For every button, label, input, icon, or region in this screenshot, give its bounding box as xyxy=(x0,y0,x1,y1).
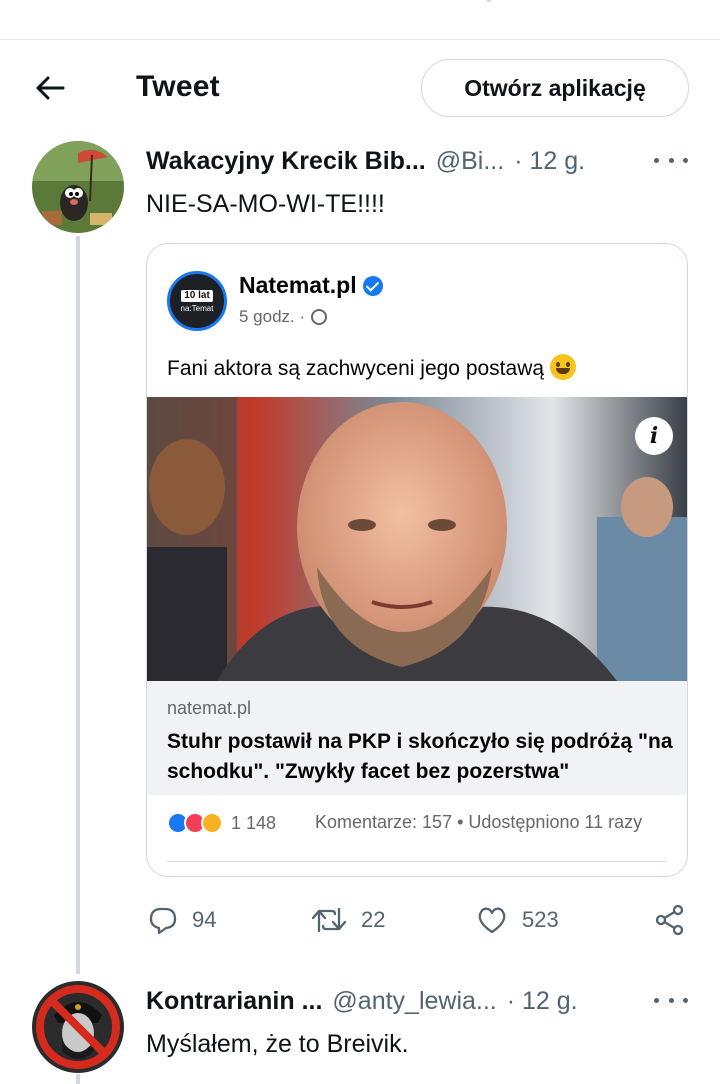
tweet-media-image[interactable]: 10 lat na:Temat Natemat.pl 5 godz. · Fan… xyxy=(146,243,688,877)
retweet-icon xyxy=(311,907,347,933)
reply-button[interactable]: 94 xyxy=(148,905,216,935)
arrow-left-icon xyxy=(36,76,65,100)
link-domain: natemat.pl xyxy=(167,698,252,718)
reply-author-avatar[interactable] xyxy=(32,981,124,1073)
like-count: 523 xyxy=(522,907,559,932)
reply-count: 94 xyxy=(192,907,217,932)
logo-line2: na:Temat xyxy=(180,303,214,313)
more-dot xyxy=(683,157,688,163)
more-dot xyxy=(683,997,688,1003)
like-button[interactable]: 523 xyxy=(476,905,559,935)
fb-post-time: 5 godz. · xyxy=(239,307,306,326)
tweet-header: Wakacyjny Krecik Bib... @Bi... · 12 g. xyxy=(146,147,585,176)
info-icon[interactable]: i xyxy=(635,417,673,455)
haha-reaction-icon xyxy=(201,812,223,834)
back-button[interactable] xyxy=(26,64,74,112)
heart-icon xyxy=(478,907,506,934)
page-header: Tweet Otwórz aplikację xyxy=(0,40,720,136)
thread-line xyxy=(76,236,80,974)
author-name[interactable]: Wakacyjny Krecik Bib... xyxy=(146,147,426,176)
reply-time[interactable]: · 12 g. xyxy=(507,987,578,1016)
reply-thread-line xyxy=(76,1074,80,1084)
logo-line1: 10 lat xyxy=(181,289,213,302)
reply-author-handle[interactable]: @anty_lewia... xyxy=(332,987,496,1016)
fb-post-text: Fani aktora są zachwyceni jego postawą xyxy=(167,354,577,381)
page-title: Tweet xyxy=(136,70,220,103)
more-dot xyxy=(668,997,674,1003)
reply-icon xyxy=(149,907,177,935)
more-horizontal-icon xyxy=(654,997,659,1003)
natemat-logo: 10 lat na:Temat xyxy=(167,271,227,331)
article-photo: i xyxy=(147,397,687,681)
link-title: Stuhr postawił na PKP i skończyło się po… xyxy=(167,730,673,783)
more-options-button[interactable] xyxy=(654,150,688,170)
reply-text: Myślałem, że to Breivik. xyxy=(146,1030,409,1058)
more-dot xyxy=(668,157,674,163)
author-handle[interactable]: @Bi... xyxy=(436,147,504,176)
reaction-count: 1 148 xyxy=(231,812,277,833)
top-strip-dot xyxy=(486,0,492,2)
retweet-button[interactable]: 22 xyxy=(311,905,385,935)
tweet-text: NIE-SA-MO-WI-TE!!!! xyxy=(146,190,385,218)
fb-divider xyxy=(167,861,667,862)
bald-man-photo xyxy=(147,397,687,681)
link-preview[interactable]: natemat.pl Stuhr postawił na PKP i skońc… xyxy=(147,681,687,795)
browser-top-strip xyxy=(0,0,720,40)
fb-reactions: 1 148 xyxy=(167,812,276,834)
mole-avatar-image xyxy=(32,141,124,233)
fb-post-text-content: Fani aktora są zachwyceni jego postawą xyxy=(167,357,545,380)
share-button[interactable] xyxy=(654,904,686,936)
grinning-face-icon xyxy=(550,354,577,380)
che-banned-avatar-image xyxy=(32,981,124,1073)
globe-icon xyxy=(311,309,328,325)
fb-stats: Komentarze: 157 • Udostępniono 11 razy xyxy=(315,812,643,832)
fb-page-name: Natemat.pl xyxy=(239,272,383,299)
fb-post-meta: 5 godz. · xyxy=(239,307,328,327)
author-avatar[interactable] xyxy=(32,141,124,233)
retweet-count: 22 xyxy=(361,907,386,932)
open-app-button[interactable]: Otwórz aplikację xyxy=(421,59,689,117)
reply-author-name[interactable]: Kontrarianin ... xyxy=(146,987,322,1016)
fb-page-name-text: Natemat.pl xyxy=(239,272,357,298)
tweet-time[interactable]: · 12 g. xyxy=(514,147,585,176)
share-icon xyxy=(655,904,684,936)
reply-header: Kontrarianin ... @anty_lewia... · 12 g. xyxy=(146,987,578,1016)
reply-more-options-button[interactable] xyxy=(654,990,688,1010)
verified-badge-icon xyxy=(362,275,383,296)
more-horizontal-icon xyxy=(654,157,659,163)
